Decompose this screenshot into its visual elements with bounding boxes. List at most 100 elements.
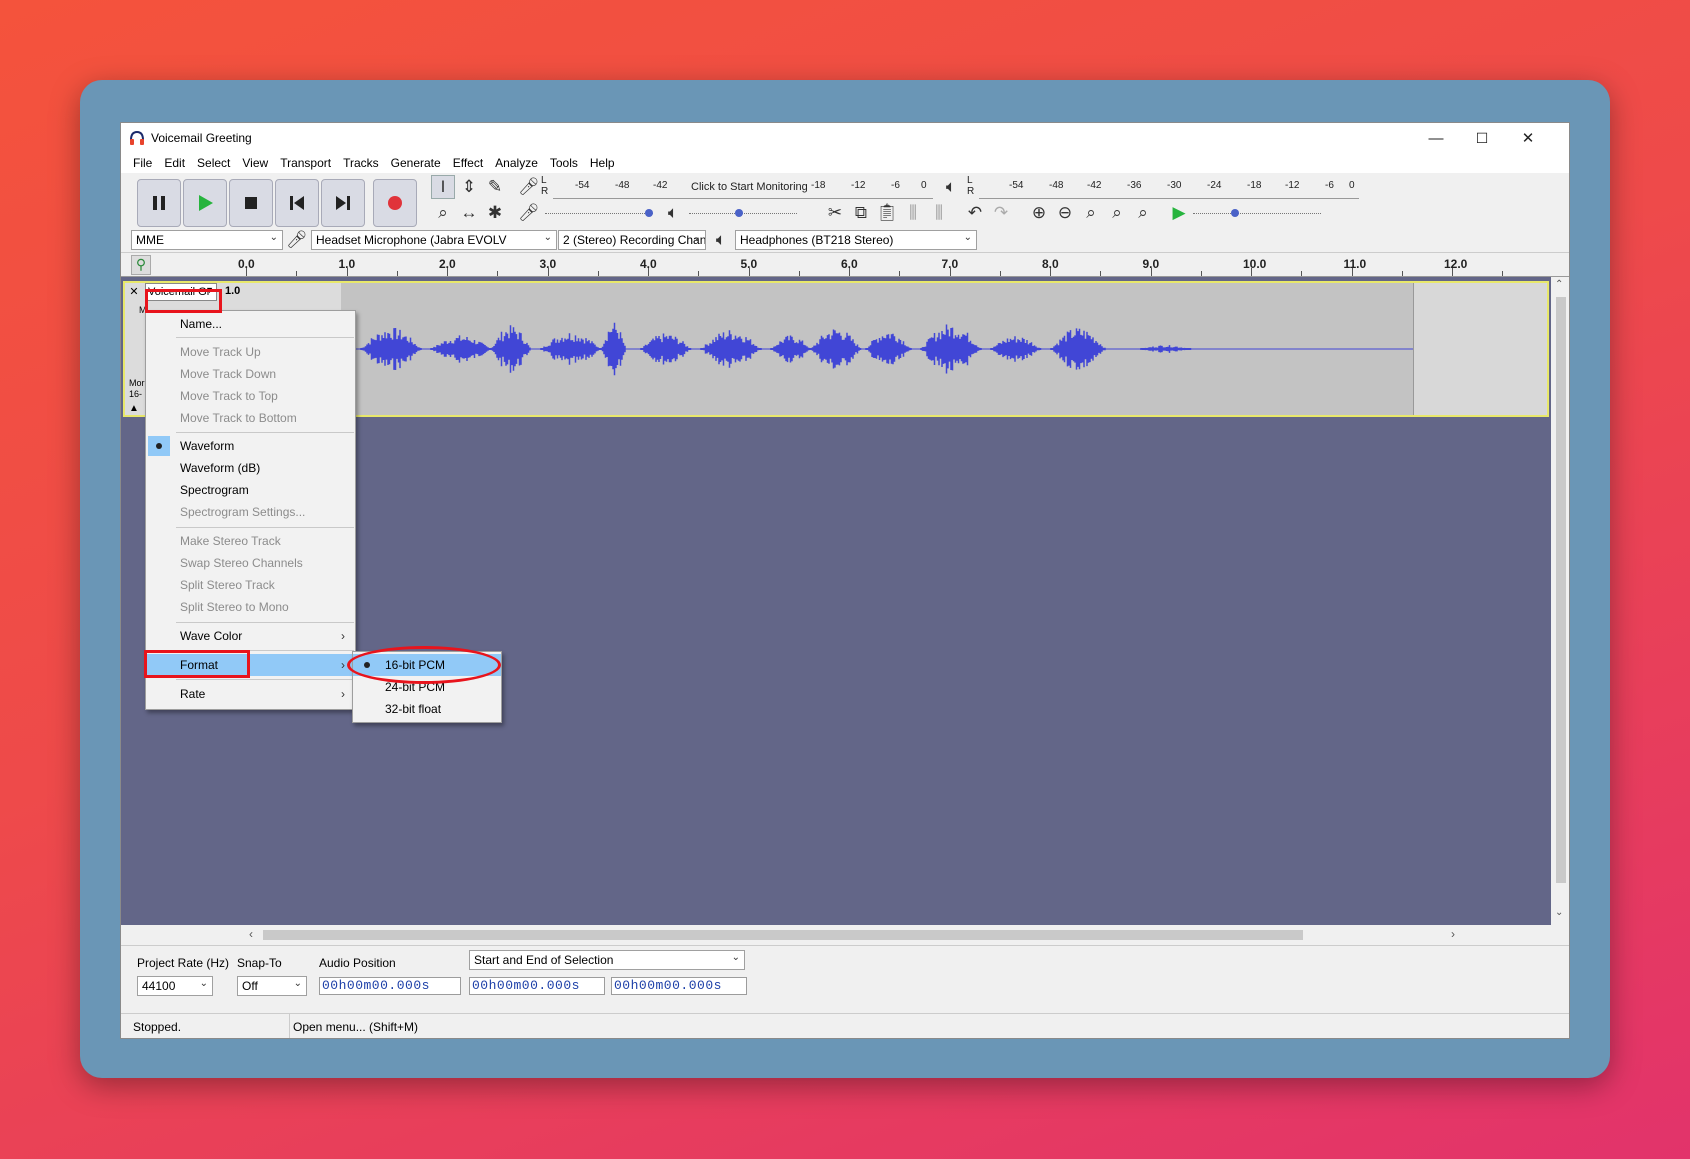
close-button[interactable]: ✕ <box>1505 123 1551 153</box>
playback-volume-slider[interactable] <box>689 213 797 214</box>
play-at-speed-icon[interactable]: ▶ <box>1167 201 1191 225</box>
menu-view[interactable]: View <box>236 156 274 170</box>
audio-host-value: MME <box>136 233 164 247</box>
menu-item-waveform-db[interactable]: Waveform (dB) <box>146 457 355 479</box>
project-rate-select[interactable]: 44100 ⌄ <box>137 976 213 996</box>
selection-mode-select[interactable]: Start and End of Selection ⌄ <box>469 950 745 970</box>
collapse-icon[interactable]: ▲ <box>129 403 139 414</box>
track-close-icon[interactable]: ✕ <box>127 285 141 299</box>
click-to-start-monitoring[interactable]: Click to Start Monitoring <box>691 181 808 193</box>
selection-end-field[interactable]: 00h00m00.000s <box>611 977 747 995</box>
playback-volume-thumb[interactable] <box>735 209 743 217</box>
menu-item-split-stereo-to-mono[interactable]: Split Stereo to Mono <box>146 596 355 618</box>
playback-meter-tick: -6 <box>1325 180 1334 191</box>
menu-item-move-track-up[interactable]: Move Track Up <box>146 341 355 363</box>
record-meter-tick: -6 <box>891 180 900 191</box>
menu-item-move-track-to-bottom[interactable]: Move Track to Bottom <box>146 407 355 429</box>
vertical-scroll-thumb[interactable] <box>1556 297 1566 883</box>
copy-icon[interactable]: ⧉ <box>849 201 873 225</box>
undo-icon[interactable]: ↶ <box>963 201 987 225</box>
playback-device-select[interactable]: Headphones (BT218 Stereo) ⌄ <box>735 230 977 250</box>
zoom-tool-icon[interactable]: ⌕ <box>431 201 455 225</box>
cut-icon[interactable]: ✂ <box>823 201 847 225</box>
recording-device-select[interactable]: Headset Microphone (Jabra EVOLV ⌄ <box>311 230 557 250</box>
pause-button[interactable] <box>137 179 181 227</box>
ruler-tick <box>999 271 1001 276</box>
pin-icon[interactable]: ⚲ <box>131 255 151 275</box>
record-meter-microphone-icon[interactable]: 🎤︎ <box>517 175 541 199</box>
record-button[interactable] <box>373 179 417 227</box>
recording-volume-slider[interactable] <box>545 213 653 214</box>
recording-channels-select[interactable]: 2 (Stereo) Recording Chan ⌄ <box>558 230 706 250</box>
skip-to-start-button[interactable] <box>275 179 319 227</box>
menu-item-spectrogram[interactable]: Spectrogram <box>146 479 355 501</box>
menu-item-wave-color[interactable]: Wave Color › <box>146 625 355 647</box>
menu-generate[interactable]: Generate <box>385 156 447 170</box>
trim-icon[interactable]: ⫼ <box>901 201 925 225</box>
paste-icon[interactable]: 📋︎ <box>875 201 899 225</box>
menu-analyze[interactable]: Analyze <box>489 156 544 170</box>
playback-meter[interactable]: -54 -48 -42 -36 -30 -24 -18 -12 -6 0 <box>979 175 1359 199</box>
play-button[interactable] <box>183 179 227 227</box>
play-at-speed-slider[interactable] <box>1193 213 1321 214</box>
menu-help[interactable]: Help <box>584 156 621 170</box>
fit-selection-icon[interactable]: ⌕ <box>1079 201 1103 225</box>
menu-item-spectrogram-settings[interactable]: Spectrogram Settings... <box>146 501 355 523</box>
zoom-out-icon[interactable]: ⊖ <box>1053 201 1077 225</box>
waveform-view[interactable] <box>341 283 1413 415</box>
multi-tool-icon[interactable]: ✱ <box>483 201 507 225</box>
menu-transport[interactable]: Transport <box>274 156 337 170</box>
fit-project-icon[interactable]: ⌕ <box>1105 201 1129 225</box>
scroll-down-icon[interactable]: ⌄ <box>1555 907 1563 918</box>
scroll-up-icon[interactable]: ⌃ <box>1555 279 1563 290</box>
menu-file[interactable]: File <box>127 156 158 170</box>
recording-volume-thumb[interactable] <box>645 209 653 217</box>
redo-icon[interactable]: ↷ <box>989 201 1013 225</box>
record-meter-tick: -54 <box>575 180 590 191</box>
horizontal-scroll-thumb[interactable] <box>263 930 1303 940</box>
menu-tools[interactable]: Tools <box>544 156 584 170</box>
horizontal-scrollbar[interactable]: ‹ › <box>121 925 1569 945</box>
stop-button[interactable] <box>229 179 273 227</box>
track-empty-region[interactable] <box>1413 283 1547 415</box>
selection-tool-icon[interactable]: I <box>431 175 455 199</box>
maximize-button[interactable]: ☐ <box>1459 123 1505 153</box>
ruler-tick <box>1050 268 1051 276</box>
scroll-right-icon[interactable]: › <box>1451 927 1455 941</box>
snap-to-select[interactable]: Off ⌄ <box>237 976 307 996</box>
playback-meter-speaker-icon[interactable]: 🔈︎ <box>939 175 963 199</box>
time-shift-tool-icon[interactable]: ↔ <box>457 201 481 225</box>
menu-effect[interactable]: Effect <box>447 156 489 170</box>
scroll-left-icon[interactable]: ‹ <box>249 927 253 941</box>
menu-select[interactable]: Select <box>191 156 236 170</box>
menu-item-32-bit-float[interactable]: 32-bit float <box>353 698 501 720</box>
ruler-tick <box>698 271 700 276</box>
draw-tool-icon[interactable]: ✎ <box>483 175 507 199</box>
audacity-icon <box>130 130 144 145</box>
zoom-toggle-icon[interactable]: ⌕ <box>1131 201 1155 225</box>
playback-volume-icon: 🔈︎ <box>667 203 679 222</box>
audio-position-field[interactable]: 00h00m00.000s <box>319 977 461 995</box>
menu-item-rate[interactable]: Rate › <box>146 683 355 705</box>
menu-item-move-track-to-top[interactable]: Move Track to Top <box>146 385 355 407</box>
menu-tracks[interactable]: Tracks <box>337 156 385 170</box>
silence-icon[interactable]: ⫼ <box>927 201 951 225</box>
menu-item-move-track-down[interactable]: Move Track Down <box>146 363 355 385</box>
menu-item-swap-stereo-channels[interactable]: Swap Stereo Channels <box>146 552 355 574</box>
play-at-speed-thumb[interactable] <box>1231 209 1239 217</box>
record-meter[interactable]: -54 -48 -42 Click to Start Monitoring -1… <box>553 175 933 199</box>
menu-edit[interactable]: Edit <box>158 156 191 170</box>
vertical-scrollbar[interactable]: ⌃ ⌄ <box>1551 277 1569 925</box>
selection-start-field[interactable]: 00h00m00.000s <box>469 977 605 995</box>
timeline-ruler[interactable]: ⚲ 0.0 1.0 2.0 3.0 4.0 5.0 6.0 7.0 8.0 9.0 10.0 11.0… <box>121 253 1569 277</box>
skip-to-end-button[interactable] <box>321 179 365 227</box>
minimize-button[interactable]: — <box>1413 123 1459 153</box>
menu-item-make-stereo-track[interactable]: Make Stereo Track <box>146 530 355 552</box>
envelope-tool-icon[interactable]: ⇕ <box>457 175 481 199</box>
recording-device-value: Headset Microphone (Jabra EVOLV <box>316 233 507 247</box>
menu-item-name[interactable]: Name... <box>146 313 355 335</box>
menu-item-waveform[interactable]: Waveform <box>146 435 355 457</box>
zoom-in-icon[interactable]: ⊕ <box>1027 201 1051 225</box>
audio-host-select[interactable]: MME ⌄ <box>131 230 283 250</box>
menu-item-split-stereo-track[interactable]: Split Stereo Track <box>146 574 355 596</box>
